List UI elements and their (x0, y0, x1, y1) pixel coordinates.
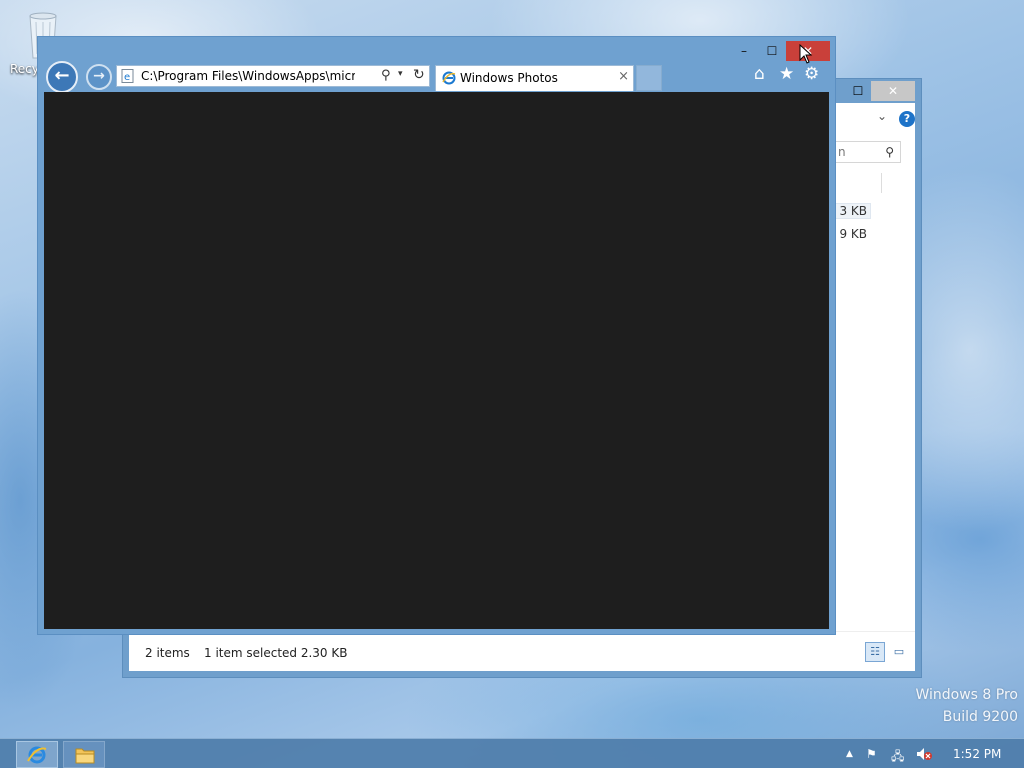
tools-gear-icon[interactable]: ⚙ (804, 64, 819, 84)
volume-muted-icon[interactable] (916, 747, 932, 764)
system-clock[interactable]: 1:52 PM (953, 747, 1001, 761)
page-icon: e (121, 69, 134, 83)
favorites-icon[interactable]: ★ (779, 64, 794, 84)
ie-title-bar[interactable]: – ☐ ✕ ← → e C:\Program Files\WindowsApps… (38, 37, 835, 93)
forward-button[interactable]: → (86, 64, 112, 90)
search-icon[interactable]: ⚲ (885, 145, 894, 159)
os-watermark: Windows 8 Pro Build 9200 (915, 684, 1018, 728)
watermark-edition: Windows 8 Pro (915, 687, 1018, 703)
svg-text:e: e (124, 72, 130, 83)
new-tab-button[interactable] (636, 65, 662, 91)
search-placeholder: n (838, 145, 846, 159)
explorer-maximize-button[interactable]: ☐ (845, 81, 871, 101)
refresh-icon[interactable]: ↻ (413, 67, 425, 83)
chevron-down-icon[interactable]: ⌄ (877, 109, 887, 123)
network-icon[interactable]: 🖧 (891, 747, 904, 768)
status-selection: 1 item selected 2.30 KB (204, 646, 348, 660)
taskbar-internet-explorer[interactable] (16, 741, 58, 768)
search-input[interactable]: n ⚲ (835, 141, 901, 163)
folder-icon (75, 748, 95, 764)
taskbar: ▲ ⚑ 🖧 1:52 PM (0, 738, 1024, 768)
minimize-button[interactable]: – (732, 41, 756, 61)
help-icon[interactable]: ? (899, 111, 915, 127)
internet-explorer-window[interactable]: – ☐ ✕ ← → e C:\Program Files\WindowsApps… (37, 36, 836, 635)
mouse-cursor-icon (799, 44, 813, 64)
tab-windows-photos[interactable]: Windows Photos × (435, 65, 634, 91)
explorer-close-button[interactable]: ✕ (871, 81, 915, 101)
show-hidden-icons-icon[interactable]: ▲ (846, 749, 853, 759)
search-icon[interactable]: ⚲ (381, 68, 391, 83)
watermark-build: Build 9200 (942, 709, 1018, 725)
ie-logo-icon (442, 71, 456, 85)
large-icons-view-button[interactable]: ▭ (889, 642, 909, 662)
address-bar[interactable]: e C:\Program Files\WindowsApps\microsoft… (116, 65, 430, 87)
ie-logo-icon (27, 746, 47, 764)
maximize-button[interactable]: ☐ (760, 41, 784, 61)
page-content-viewport[interactable] (44, 92, 829, 629)
back-button[interactable]: ← (46, 61, 78, 93)
status-bar: 2 items 1 item selected 2.30 KB ☷ ▭ (129, 631, 915, 671)
tab-close-icon[interactable]: × (618, 69, 629, 84)
speaker-muted-icon (917, 748, 932, 760)
action-center-flag-icon[interactable]: ⚑ (866, 747, 877, 761)
home-icon[interactable]: ⌂ (754, 64, 765, 84)
column-divider[interactable] (881, 173, 882, 193)
tab-title: Windows Photos (460, 71, 558, 85)
address-url[interactable]: C:\Program Files\WindowsApps\microsoft.w (141, 69, 355, 83)
taskbar-file-explorer[interactable] (63, 741, 105, 768)
dropdown-arrow-icon[interactable]: ▾ (398, 69, 403, 79)
details-view-button[interactable]: ☷ (865, 642, 885, 662)
status-item-count: 2 items (145, 646, 190, 660)
